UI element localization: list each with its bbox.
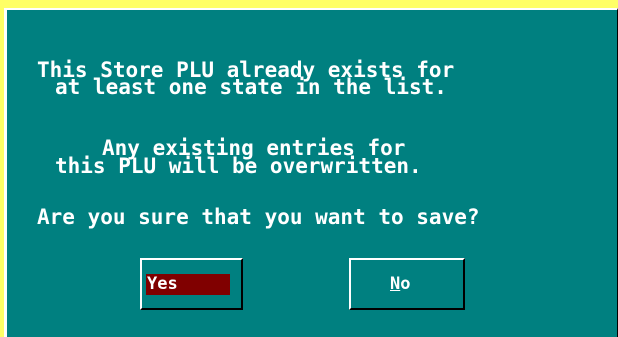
- no-button-label-rest: o: [400, 274, 411, 294]
- confirm-save-dialog: This Store PLU already exists for at lea…: [4, 8, 618, 337]
- message-line-4: this PLU will be overwritten.: [55, 154, 422, 178]
- confirm-question: Are you sure that you want to save?: [37, 205, 480, 229]
- message-line-2: at least one state in the list.: [55, 75, 447, 99]
- no-button-mnemonic: N: [390, 274, 401, 294]
- no-button-label: No: [390, 274, 411, 294]
- yes-button[interactable]: Yes: [140, 258, 243, 310]
- no-button[interactable]: No: [349, 258, 465, 310]
- yes-button-label: Yes: [147, 274, 178, 294]
